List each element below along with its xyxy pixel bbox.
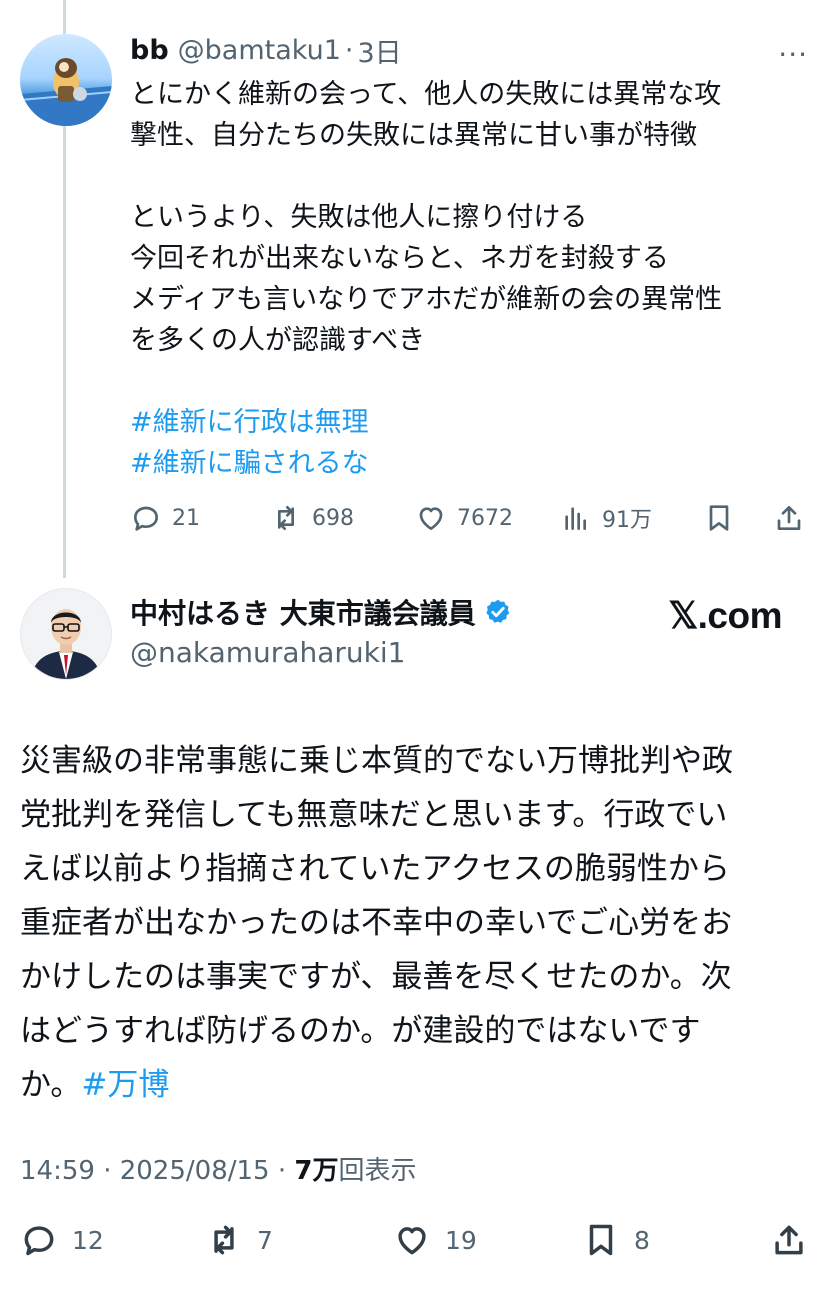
reply-count: 12 — [72, 1225, 104, 1255]
text-line: 撃性、自分たちの失敗には異常に甘い事が特徴 — [130, 120, 697, 151]
tweet-text: とにかく維新の会って、他人の失敗には異常な攻 撃性、自分たちの失敗には異常に甘い… — [130, 74, 810, 484]
reply-button[interactable]: 12 — [20, 1220, 104, 1260]
author-name[interactable]: 中村はるき 大東市議会議員 — [130, 592, 476, 632]
bookmark-button[interactable] — [703, 500, 735, 536]
author-name-row[interactable]: 中村はるき 大東市議会議員 — [130, 592, 512, 632]
view-label: 回表示 — [338, 1156, 417, 1186]
like-count: 19 — [445, 1225, 477, 1255]
text-line: というより、失敗は他人に擦り付ける — [130, 202, 588, 233]
post-time[interactable]: 3日 — [357, 31, 401, 70]
text-line: 今回それが出来ないならと、ネガを封殺する — [130, 243, 669, 274]
author-handle[interactable]: @nakamuraharuki1 — [130, 636, 405, 669]
share-button[interactable] — [773, 500, 805, 536]
separator-dot: · — [344, 34, 354, 66]
text-line: かけしたのは事実ですが、最善を尽くせたのか。次 — [20, 959, 732, 995]
text-line: 党批判を発信しても無意味だと思います。行政でい — [20, 797, 728, 833]
like-button[interactable]: 7672 — [415, 500, 513, 536]
text-line: を多くの人が認識すべき — [130, 325, 426, 356]
like-count: 7672 — [457, 505, 513, 531]
hashtag-link[interactable]: #維新に騙されるな — [130, 448, 369, 479]
repost-button[interactable]: 7 — [205, 1220, 273, 1260]
views-button[interactable]: 91万 — [560, 500, 652, 536]
tweet-text: 災害級の非常事態に乗じ本質的でない万博批判や政 党批判を発信しても無意味だと思い… — [20, 734, 810, 1112]
repost-button[interactable]: 698 — [270, 500, 354, 536]
text-line: 重症者が出なかったのは不幸中の幸いでご心労をお — [20, 905, 733, 941]
text-line: はどうすれば防げるのか。が建設的ではないです — [20, 1013, 701, 1049]
text-line: 災害級の非常事態に乗じ本質的でない万博批判や政 — [20, 743, 733, 779]
author-handle[interactable]: @bamtaku1 — [178, 35, 341, 66]
verified-badge-icon — [486, 599, 509, 623]
hashtag-link[interactable]: #維新に行政は無理 — [130, 407, 369, 438]
repost-count: 698 — [312, 505, 354, 531]
share-icon — [777, 506, 801, 530]
repost-icon — [214, 1225, 234, 1255]
share-button[interactable] — [770, 1220, 808, 1260]
avatar-image — [20, 58, 112, 126]
text-line: とにかく維新の会って、他人の失敗には異常な攻 — [130, 79, 722, 110]
reply-count: 21 — [172, 505, 200, 531]
hashtag-link[interactable]: #万博 — [81, 1067, 169, 1103]
text-line: メディアも言いなりでアホだが維新の会の異常性 — [130, 284, 723, 315]
author-name[interactable]: bb — [130, 35, 169, 66]
reply-button[interactable]: 21 — [130, 500, 200, 536]
reply-icon — [24, 1226, 54, 1256]
bookmark-button[interactable]: 8 — [582, 1220, 650, 1260]
tweet-actions: 21 698 7672 91万 — [130, 500, 810, 536]
repost-icon — [278, 506, 294, 530]
text-line: か。 — [20, 1067, 82, 1103]
tweet-meta: 14:59 · 2025/08/15 · 7万回表示 — [20, 1150, 416, 1187]
more-options-icon[interactable]: ··· — [778, 38, 808, 71]
tweet-header: bb @bamtaku1 · 3日 — [130, 31, 402, 70]
avatar-image — [21, 589, 111, 679]
bookmark-count: 8 — [634, 1225, 650, 1255]
analytics-icon — [565, 507, 586, 530]
bookmark-icon — [709, 505, 729, 531]
bookmark-icon — [589, 1224, 613, 1256]
like-button[interactable]: 19 — [393, 1220, 477, 1260]
view-count: 7万 — [294, 1156, 339, 1186]
avatar[interactable] — [20, 588, 112, 680]
timestamp[interactable]: 14:59 · 2025/08/15 · — [20, 1156, 294, 1186]
x-logo-watermark: 𝕏.com — [668, 595, 782, 636]
share-icon — [775, 1225, 803, 1255]
text-line: えば以前より指摘されていたアクセスの脆弱性から — [20, 851, 730, 887]
views-count: 91万 — [602, 508, 652, 533]
avatar[interactable] — [20, 34, 112, 126]
reply-icon — [134, 506, 158, 531]
heart-icon — [398, 1227, 426, 1255]
heart-icon — [419, 507, 443, 530]
tweet-actions: 12 7 19 8 — [0, 1220, 828, 1260]
repost-count: 7 — [257, 1225, 273, 1255]
